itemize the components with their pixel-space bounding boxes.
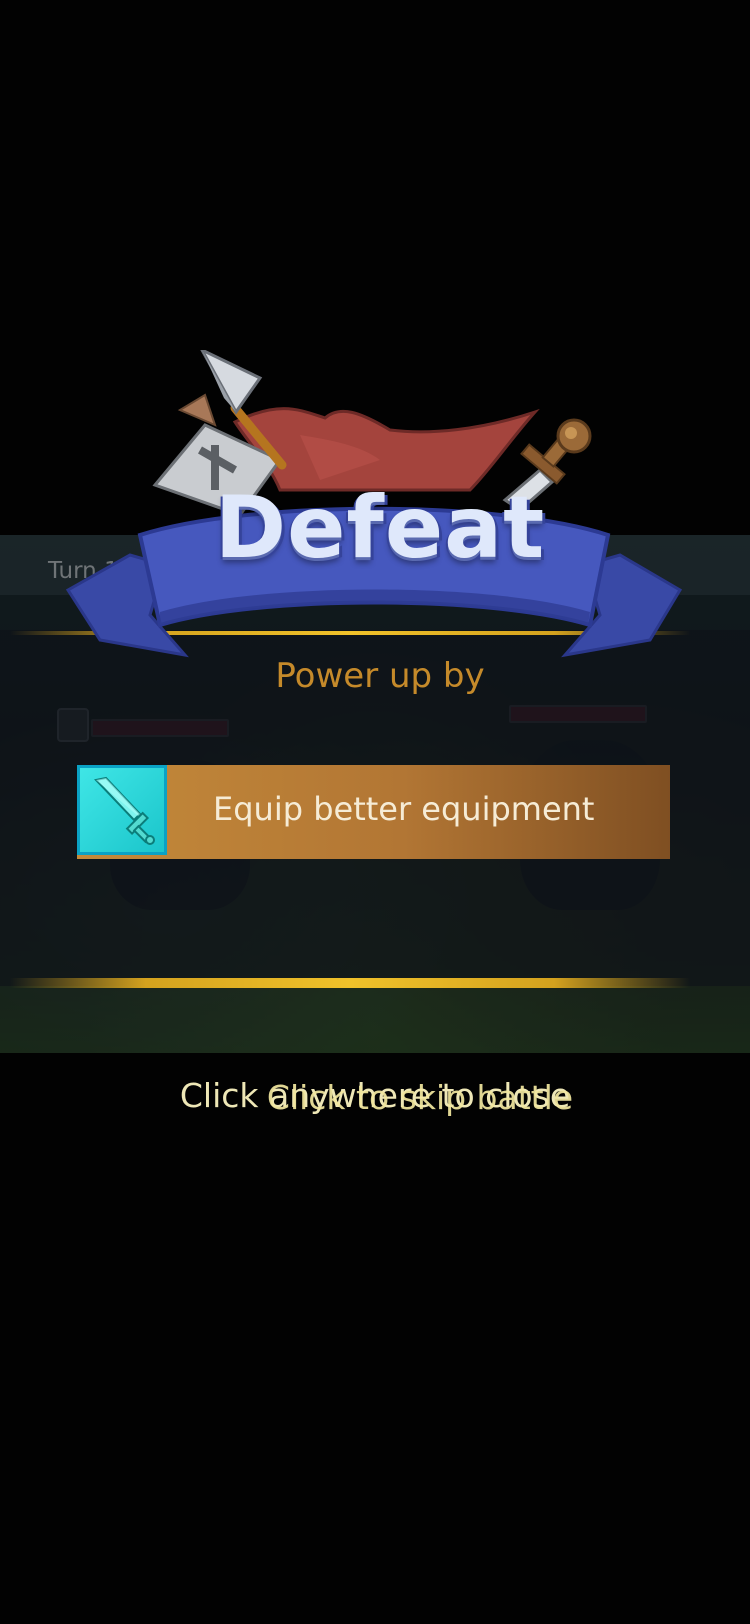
sword-icon — [77, 765, 167, 855]
skip-battle-hint[interactable]: Click to skip battle — [45, 1078, 750, 1117]
panel-bottom-divider — [10, 978, 690, 988]
equip-suggestion-label: Equip better equipment — [213, 790, 595, 828]
defeat-title: Defeat — [214, 478, 546, 578]
